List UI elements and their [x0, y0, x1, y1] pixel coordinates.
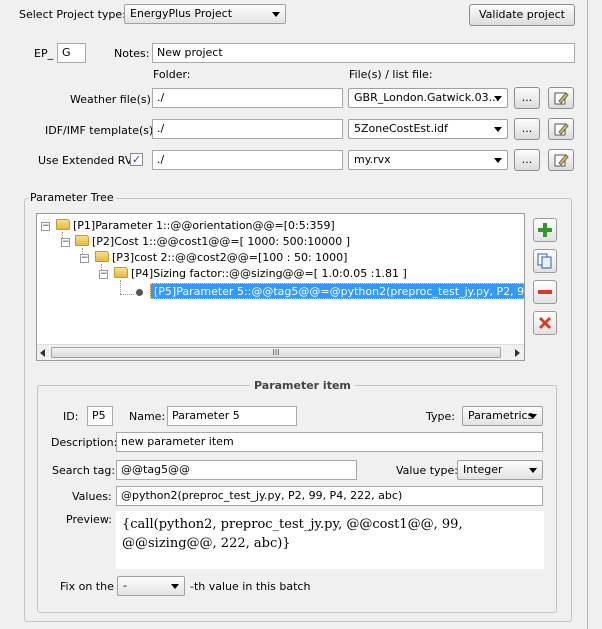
type-select[interactable]: Parametrics	[462, 406, 543, 426]
chevron-down-icon	[529, 468, 537, 473]
search-tag-label: Search tag:	[52, 464, 116, 477]
type-label: Type:	[426, 410, 455, 423]
project-type-label: Select Project type:	[19, 8, 126, 21]
chevron-down-icon	[529, 414, 537, 419]
tree-node-p5[interactable]: [P5]Parameter 5::@@tag5@@=@python2(prepr…	[150, 283, 525, 299]
rvi-edit-button[interactable]	[548, 149, 574, 171]
scroll-thumb[interactable]: III	[51, 347, 501, 358]
minus-icon	[538, 290, 552, 294]
remove-parameter-button[interactable]	[533, 280, 557, 304]
project-type-value: EnergyPlus Project	[130, 7, 233, 20]
rvi-checkbox[interactable]: ✓	[130, 153, 143, 166]
weather-browse-button[interactable]: ...	[514, 87, 540, 109]
notes-field[interactable]: New project	[152, 43, 575, 63]
description-field[interactable]: new parameter item	[116, 432, 543, 452]
folder-icon	[114, 267, 128, 278]
tree-node-label: [P5]Parameter 5::@@tag5@@=@python2(prepr…	[154, 285, 525, 298]
tree-node-p4[interactable]: [P4]Sizing factor::@@sizing@@=[ 1.0:0.05…	[114, 266, 407, 282]
delete-parameter-button[interactable]	[533, 311, 557, 335]
folder-icon	[56, 219, 70, 230]
type-value: Parametrics	[468, 409, 534, 422]
folder-icon	[95, 251, 109, 262]
fix-value: -	[123, 579, 127, 592]
parameter-tree-title: Parameter Tree	[28, 191, 116, 204]
rvi-label: Use Extended RVI	[38, 154, 136, 167]
tree-node-p3[interactable]: [P3]cost 2::@@cost2@@=[100 : 50: 1000]	[95, 250, 347, 266]
add-parameter-button[interactable]	[533, 218, 557, 242]
notes-label: Notes:	[114, 47, 150, 60]
weather-edit-button[interactable]	[548, 87, 574, 109]
leaf-bullet-icon	[136, 289, 143, 296]
idf-browse-button[interactable]: ...	[514, 118, 540, 140]
ep-field[interactable]: G	[57, 43, 86, 63]
rvi-file-value: my.rvx	[354, 153, 391, 166]
values-field[interactable]: @python2(preproc_test_jy.py, P2, 99, P4,…	[116, 486, 543, 506]
weather-file-select[interactable]: GBR_London.Gatwick.03...	[348, 88, 508, 108]
name-field[interactable]: Parameter 5	[167, 406, 297, 426]
chevron-down-icon	[171, 584, 179, 589]
tree-collapse-icon[interactable]: −	[99, 270, 108, 279]
tree-horizontal-scrollbar[interactable]: III	[37, 344, 524, 360]
files-header: File(s) / list file:	[349, 68, 433, 81]
tree-connector	[120, 294, 134, 295]
id-field[interactable]: P5	[87, 406, 113, 426]
edit-icon	[554, 123, 569, 136]
fix-label: Fix on the	[60, 580, 114, 593]
preview-area: {call(python2, preproc_test_jy.py, @@cos…	[116, 511, 544, 569]
weather-label: Weather file(s):	[70, 93, 155, 106]
chevron-down-icon	[494, 127, 502, 132]
idf-file-value: 5ZoneCostEst.idf	[354, 122, 448, 135]
scroll-right-icon[interactable]	[515, 349, 520, 357]
close-icon	[539, 317, 551, 329]
ep-prefix-label: EP_	[34, 47, 54, 60]
tree-collapse-icon[interactable]: −	[61, 238, 70, 247]
plus-icon	[538, 223, 552, 237]
copy-parameter-button[interactable]	[533, 249, 557, 273]
edit-icon	[554, 154, 569, 167]
id-label: ID:	[63, 410, 79, 423]
window-edge	[587, 0, 602, 629]
chevron-down-icon	[494, 96, 502, 101]
idf-label: IDF/IMF template(s):	[45, 124, 157, 137]
weather-folder-field[interactable]: ./	[152, 88, 343, 108]
chevron-down-icon	[272, 12, 280, 17]
tree-node-p1[interactable]: [P1]Parameter 1::@@orientation@@=[0:5:35…	[56, 218, 335, 234]
parameter-item-title: Parameter item	[250, 379, 355, 392]
preview-label: Preview:	[66, 513, 112, 526]
value-type-select[interactable]: Integer	[457, 460, 543, 480]
folder-icon	[75, 235, 89, 246]
rvi-folder-field[interactable]: ./	[152, 150, 343, 170]
edit-icon	[554, 92, 569, 105]
tree-node-label: [P2]Cost 1::@@cost1@@=[ 1000: 500:10000 …	[92, 235, 351, 248]
search-tag-field[interactable]: @@tag5@@	[116, 460, 357, 480]
rvi-browse-button[interactable]: ...	[514, 149, 540, 171]
idf-folder-field[interactable]: ./	[152, 119, 343, 139]
idf-file-select[interactable]: 5ZoneCostEst.idf	[348, 119, 508, 139]
value-type-label: Value type:	[396, 464, 458, 477]
chevron-down-icon	[494, 158, 502, 163]
rvi-file-select[interactable]: my.rvx	[348, 150, 508, 170]
tree-collapse-icon[interactable]: −	[41, 222, 50, 231]
description-label: Description:	[51, 436, 118, 449]
validate-project-button[interactable]: Validate project	[469, 4, 575, 26]
name-label: Name:	[129, 410, 166, 423]
tree-node-label: [P1]Parameter 1::@@orientation@@=[0:5:35…	[73, 219, 335, 232]
weather-file-value: GBR_London.Gatwick.03...	[354, 91, 500, 104]
folder-header: Folder:	[153, 68, 191, 81]
copy-icon	[537, 253, 552, 269]
value-type-value: Integer	[463, 463, 503, 476]
values-label: Values:	[72, 490, 112, 503]
scroll-left-icon[interactable]	[40, 349, 45, 357]
project-type-select[interactable]: EnergyPlus Project	[124, 4, 286, 24]
parameter-tree[interactable]: − [P1]Parameter 1::@@orientation@@=[0:5:…	[36, 213, 525, 361]
fix-select[interactable]: -	[117, 576, 185, 596]
tree-node-label: [P4]Sizing factor::@@sizing@@=[ 1.0:0.05…	[131, 267, 407, 280]
idf-edit-button[interactable]	[548, 118, 574, 140]
tree-node-p2[interactable]: [P2]Cost 1::@@cost1@@=[ 1000: 500:10000 …	[75, 234, 350, 250]
tree-node-label: [P3]cost 2::@@cost2@@=[100 : 50: 1000]	[112, 251, 348, 264]
tree-collapse-icon[interactable]: −	[80, 254, 89, 263]
tree-connector	[120, 280, 121, 294]
fix-suffix-label: -th value in this batch	[190, 580, 311, 593]
